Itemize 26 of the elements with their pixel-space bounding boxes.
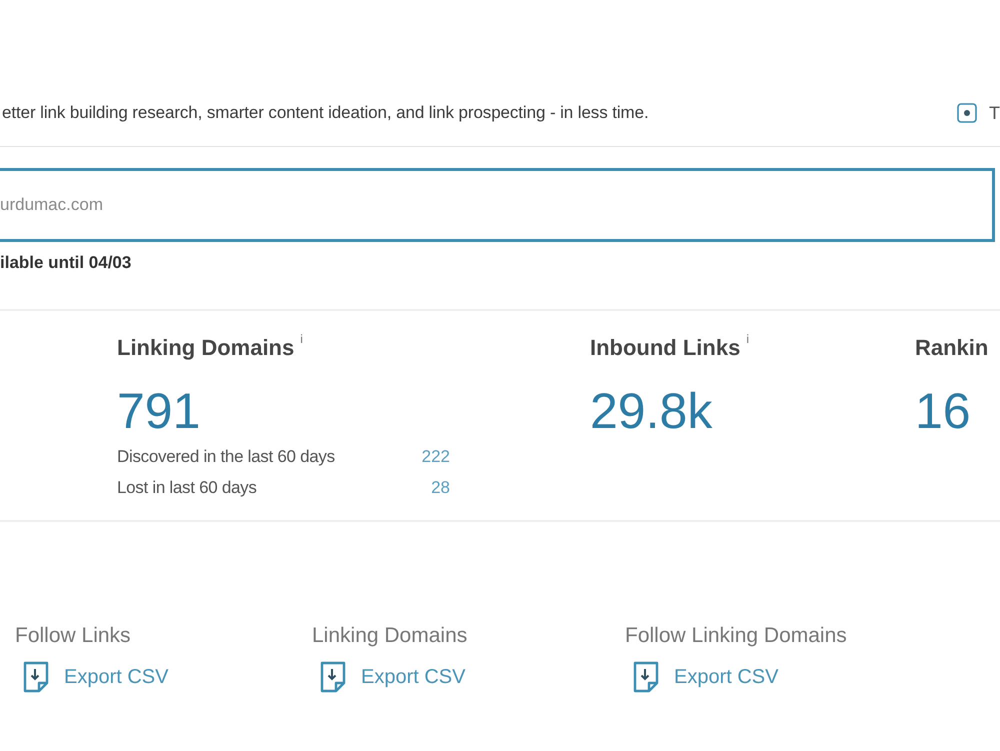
stat-title: Rankin	[915, 335, 988, 361]
export-csv-link[interactable]: Export CSV	[23, 661, 168, 693]
download-file-icon	[320, 661, 346, 693]
tagline-text: etter link building research, smarter content ideation, and link prospecting - in less time.	[2, 103, 649, 123]
stat-value: 29.8k	[590, 382, 712, 440]
stat-title: Inbound Links	[590, 335, 740, 361]
tour-button[interactable]: T	[957, 102, 1000, 124]
target-icon	[957, 103, 977, 123]
info-mark[interactable]: i	[300, 333, 303, 345]
info-mark[interactable]: i	[746, 333, 749, 345]
stat-title: Linking Domains	[117, 335, 294, 361]
detail-label: Discovered in the last 60 days	[117, 446, 335, 466]
detail-value: 28	[431, 478, 450, 498]
download-file-icon	[633, 661, 659, 693]
export-title: Follow Linking Domains	[625, 624, 847, 648]
export-title: Linking Domains	[312, 624, 468, 648]
export-csv-link[interactable]: Export CSV	[320, 661, 466, 693]
detail-value: 222	[422, 446, 450, 466]
availability-text: ilable until 04/03	[0, 252, 132, 274]
stat-value: 16	[915, 382, 971, 440]
detail-label: Lost in last 60 days	[117, 478, 257, 498]
stat-value: 791	[117, 382, 200, 440]
export-title: Follow Links	[15, 624, 131, 648]
domain-input[interactable]: urdumac.com	[0, 168, 995, 242]
export-csv-link[interactable]: Export CSV	[633, 661, 778, 693]
download-file-icon	[23, 661, 49, 693]
